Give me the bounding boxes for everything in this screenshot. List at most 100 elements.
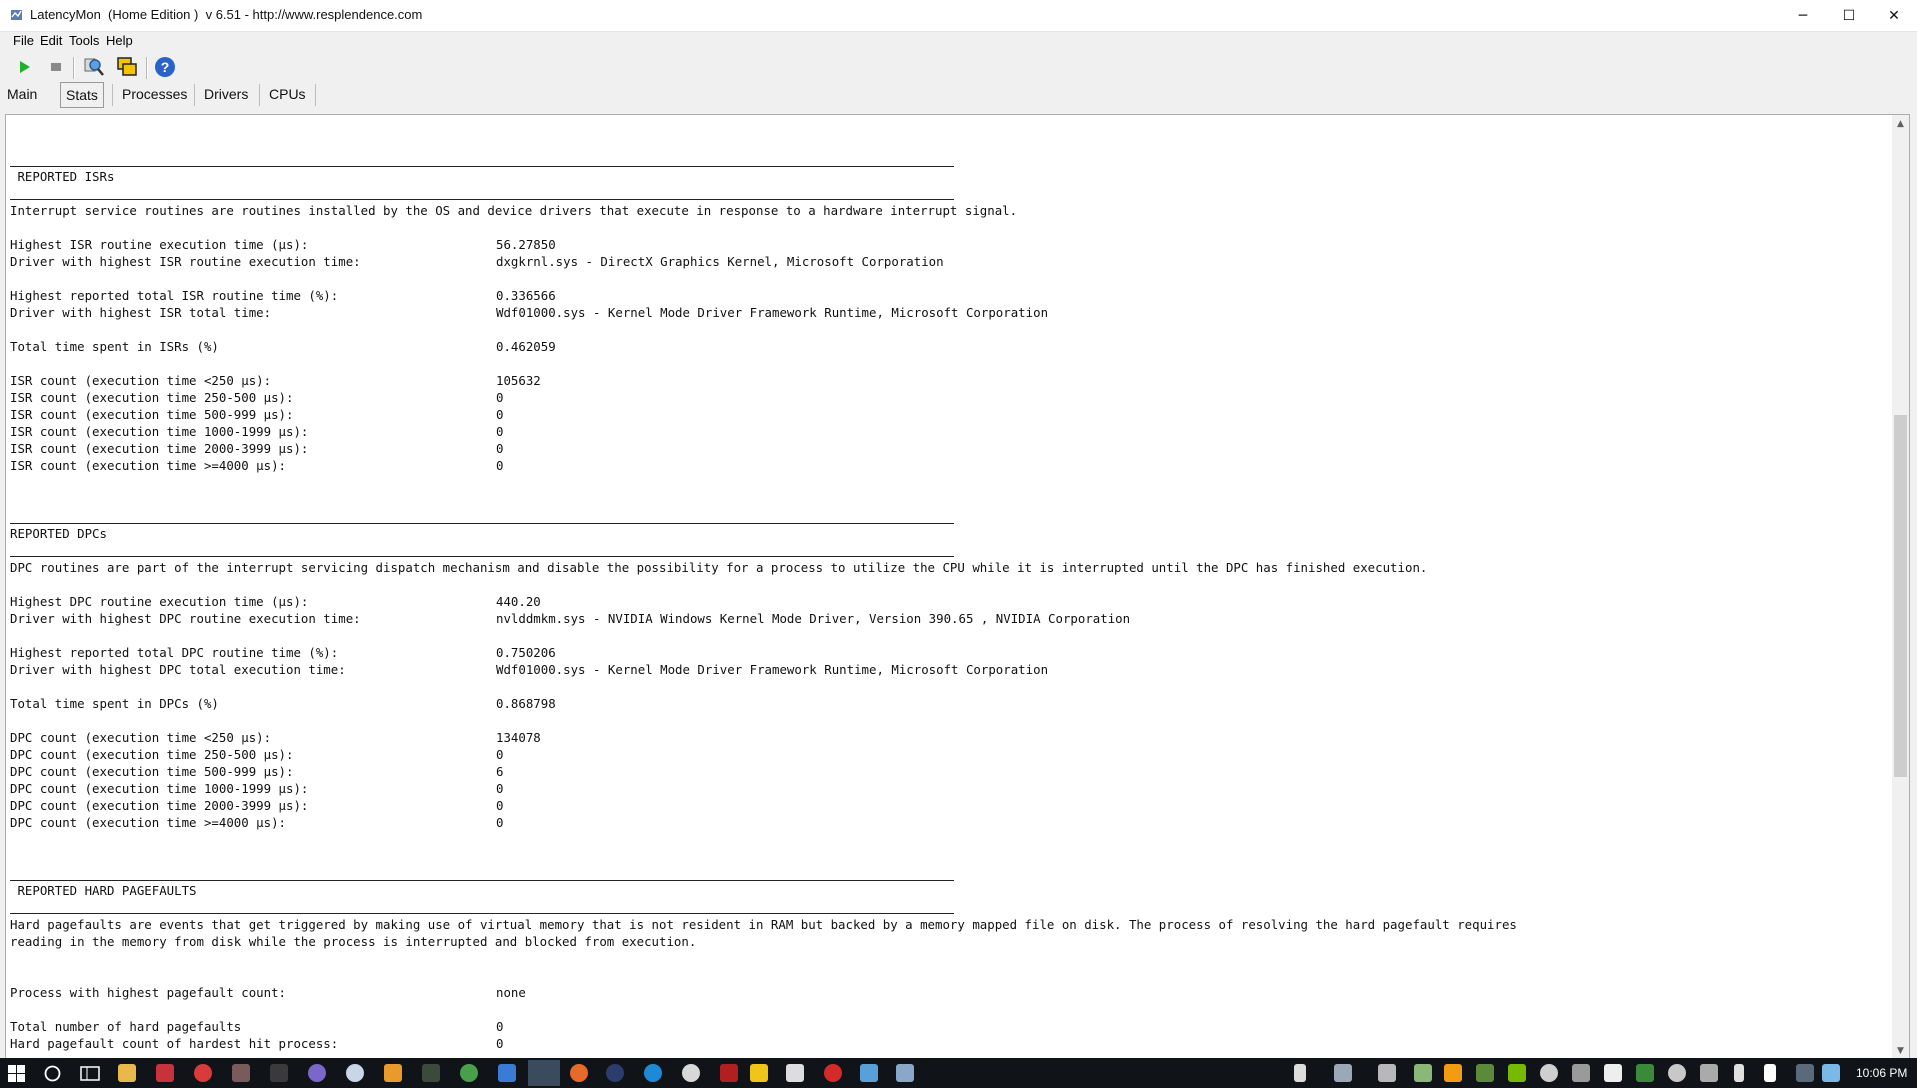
file-explorer-icon[interactable] <box>118 1064 136 1082</box>
stop-icon <box>51 63 61 71</box>
row-value: 0 <box>496 781 504 796</box>
app-icon-gear[interactable] <box>896 1064 914 1082</box>
row-value: 440.20 <box>496 594 541 609</box>
app-icon-purple[interactable] <box>308 1064 326 1082</box>
row-value: 0.868798 <box>496 696 556 711</box>
row-label: Process with highest pagefault count: <box>10 985 287 1000</box>
section-rule <box>10 166 954 167</box>
tab-main[interactable]: Main <box>2 82 42 106</box>
app-icon-maroon[interactable] <box>720 1064 738 1082</box>
tray-app-icon[interactable] <box>1734 1064 1744 1082</box>
row-value: 0 <box>496 747 504 762</box>
tray-app-icon[interactable] <box>1414 1064 1432 1082</box>
pagefault-description: Hard pagefaults are events that get trig… <box>10 917 1517 932</box>
row-label: ISR count (execution time 2000-3999 µs): <box>10 441 309 456</box>
tray-app-icon[interactable] <box>1668 1064 1686 1082</box>
taskbar-clock[interactable]: 10:06 PM <box>1856 1066 1907 1080</box>
close-button[interactable]: ✕ <box>1871 0 1917 31</box>
app-icon-blue[interactable] <box>498 1064 516 1082</box>
row-value: 0 <box>496 815 504 830</box>
menu-file[interactable]: File <box>11 33 36 48</box>
app-icon-yellow[interactable] <box>750 1064 768 1082</box>
tray-app-icon[interactable] <box>1540 1064 1558 1082</box>
help-button[interactable]: ? <box>153 55 177 79</box>
menu-tools[interactable]: Tools <box>67 33 101 48</box>
tray-app-icon[interactable] <box>1604 1064 1622 1082</box>
row-label: ISR count (execution time >=4000 µs): <box>10 458 287 473</box>
tray-app-icon[interactable] <box>1444 1064 1462 1082</box>
scroll-down-arrow-icon[interactable]: ▼ <box>1892 1042 1909 1059</box>
minimize-button[interactable]: ─ <box>1780 0 1826 31</box>
row-value: 0.462059 <box>496 339 556 354</box>
pagefault-header: REPORTED HARD PAGEFAULTS <box>10 883 197 898</box>
tab-stats[interactable]: Stats <box>60 82 104 108</box>
nvidia-icon[interactable] <box>1508 1064 1526 1082</box>
app-icon-red-round[interactable] <box>194 1064 212 1082</box>
app-icon-sky[interactable] <box>860 1064 878 1082</box>
tray-app-icon[interactable] <box>1764 1064 1776 1082</box>
drivers-button[interactable] <box>82 55 106 79</box>
tray-app-icon[interactable] <box>1476 1064 1494 1082</box>
row-label: Total time spent in DPCs (%) <box>10 696 219 711</box>
report-text-area[interactable]: REPORTED ISRs Interrupt service routines… <box>5 114 1894 1061</box>
scroll-up-arrow-icon[interactable]: ▲ <box>1892 115 1909 132</box>
row-value: 0 <box>496 424 504 439</box>
firefox-icon[interactable] <box>570 1064 588 1082</box>
app-icon-plane[interactable] <box>422 1064 440 1082</box>
app-icon-crimson[interactable] <box>824 1064 842 1082</box>
close-icon: ✕ <box>1888 7 1900 24</box>
tray-user-icon[interactable] <box>1378 1064 1396 1082</box>
row-label: Highest ISR routine execution time (µs): <box>10 237 309 252</box>
section-rule <box>10 523 954 524</box>
latencymon-taskbar-icon[interactable] <box>528 1060 560 1086</box>
row-label: Total number of hard pagefaults <box>10 1019 242 1034</box>
app-icon-navy[interactable] <box>606 1064 624 1082</box>
tab-separator <box>112 84 113 106</box>
menu-help[interactable]: Help <box>104 33 135 48</box>
dpc-header: REPORTED DPCs <box>10 526 107 541</box>
chrome-icon[interactable] <box>460 1064 478 1082</box>
row-label: DPC count (execution time 500-999 µs): <box>10 764 294 779</box>
row-label: Driver with highest ISR routine executio… <box>10 254 361 269</box>
isr-header: REPORTED ISRs <box>10 169 115 184</box>
vertical-scrollbar[interactable]: ▲ ▼ <box>1892 114 1910 1061</box>
row-label: ISR count (execution time <250 µs): <box>10 373 272 388</box>
app-icon-orange[interactable] <box>384 1064 402 1082</box>
tab-cpus[interactable]: CPUs <box>264 82 311 106</box>
app-icon-white[interactable] <box>682 1064 700 1082</box>
app-icon-disc[interactable] <box>346 1064 364 1082</box>
row-label: DPC count (execution time >=4000 µs): <box>10 815 287 830</box>
tray-network-icon[interactable] <box>1334 1064 1352 1082</box>
tab-drivers[interactable]: Drivers <box>199 82 253 106</box>
section-rule <box>10 913 954 914</box>
row-label: Hard pagefault count of hardest hit proc… <box>10 1036 339 1051</box>
search-icon[interactable] <box>44 1065 61 1082</box>
tray-app-icon[interactable] <box>1796 1064 1814 1082</box>
scrollbar-thumb[interactable] <box>1894 415 1907 777</box>
maximize-button[interactable]: ☐ <box>1826 0 1872 31</box>
row-value: none <box>496 985 526 1000</box>
tray-app-icon[interactable] <box>1822 1064 1840 1082</box>
tray-app-icon[interactable] <box>1636 1064 1654 1082</box>
tray-app-icon[interactable] <box>1572 1064 1590 1082</box>
row-value: 0.336566 <box>496 288 556 303</box>
dpc-description: DPC routines are part of the interrupt s… <box>10 560 1428 575</box>
app-icon-cyan[interactable] <box>644 1064 662 1082</box>
stop-button[interactable] <box>44 55 68 79</box>
volume-icon[interactable] <box>1700 1064 1718 1082</box>
tab-processes[interactable]: Processes <box>117 82 192 106</box>
task-view-icon[interactable] <box>80 1066 100 1081</box>
app-icon-tool[interactable] <box>270 1064 288 1082</box>
app-icon-check[interactable] <box>786 1064 804 1082</box>
copy-window-button[interactable] <box>115 55 139 79</box>
app-icon-dark[interactable] <box>232 1064 250 1082</box>
tray-usb-icon[interactable] <box>1294 1064 1306 1082</box>
windows-start-icon[interactable] <box>8 1065 25 1082</box>
start-button[interactable] <box>12 55 36 79</box>
row-value: 0.750206 <box>496 645 556 660</box>
row-label: Driver with highest ISR total time: <box>10 305 272 320</box>
row-value: 0 <box>496 1019 504 1034</box>
menu-edit[interactable]: Edit <box>38 33 64 48</box>
app-icon-red[interactable] <box>156 1064 174 1082</box>
row-value: 105632 <box>496 373 541 388</box>
